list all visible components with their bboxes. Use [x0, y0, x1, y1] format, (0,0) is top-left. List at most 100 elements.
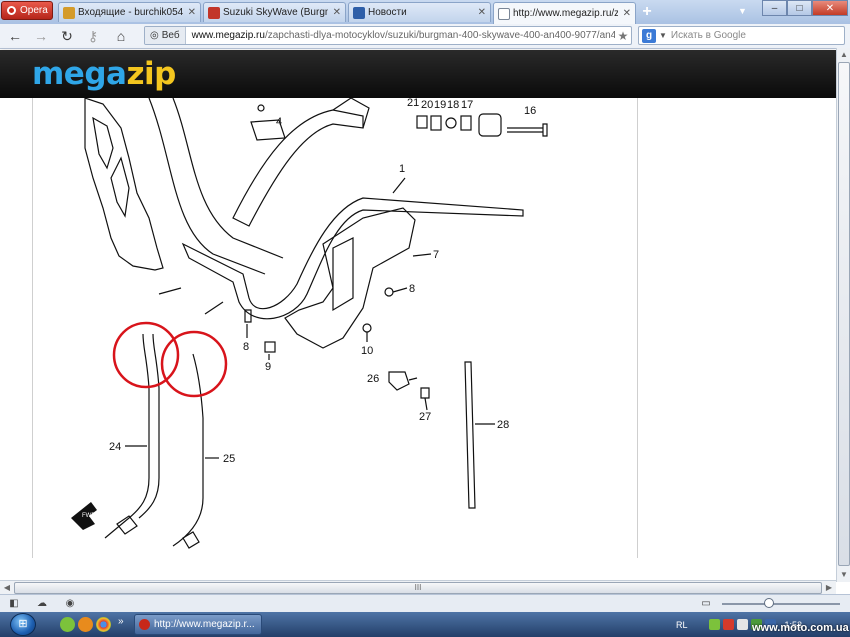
cable-part-25: [172, 301, 224, 547]
tab-label: Новости: [368, 7, 407, 18]
bolt-part-10: [362, 323, 372, 333]
tab-inbox[interactable]: Входящие - burchik0548... ✕: [58, 2, 201, 22]
url-domain: www.megazip.ru: [191, 30, 265, 41]
tab-list-chevron-icon[interactable]: ▼: [738, 6, 747, 16]
tab-label: http://www.megazip.ru/z...: [513, 8, 618, 19]
part-label-1: 1: [399, 163, 405, 175]
left-panel-detail: [92, 116, 114, 170]
close-tab-icon[interactable]: ✕: [331, 7, 341, 18]
part-16-bolt: [507, 123, 548, 137]
firefox-icon[interactable]: [78, 617, 93, 632]
cover-detail: [332, 237, 354, 312]
part-18-shape: [460, 115, 472, 131]
horizontal-scrollbar[interactable]: ◀ III ▶: [0, 580, 836, 595]
tab-label: Входящие - burchik0548...: [78, 7, 183, 18]
tab-suzuki[interactable]: Suzuki SkyWave (Burgm... ✕: [203, 2, 346, 22]
url-text[interactable]: www.megazip.ru/zapchasti-dlya-motocyklov…: [186, 30, 615, 41]
opera-menu-button[interactable]: Opera: [1, 1, 53, 20]
taskbar-item-opera[interactable]: http://www.megazip.r...: [134, 614, 262, 635]
cable-part-24: [104, 287, 182, 539]
leader-line: [408, 377, 418, 381]
reload-icon[interactable]: ↻: [58, 27, 76, 45]
url-path: /zapchasti-dlya-motocyklov/suzuki/burgma…: [264, 30, 615, 41]
search-input[interactable]: Искать в Google: [671, 30, 746, 41]
part-label-8: 8: [409, 283, 415, 295]
scroll-left-arrow-icon[interactable]: ◀: [0, 581, 14, 595]
search-box[interactable]: g ▼ Искать в Google: [638, 26, 845, 45]
tray-app-icon[interactable]: [708, 619, 720, 630]
scroll-right-arrow-icon[interactable]: ▶: [822, 581, 836, 595]
chrome-icon[interactable]: [96, 617, 111, 632]
address-bar[interactable]: ◎ Веб www.megazip.ru/zapchasti-dlya-moto…: [144, 26, 632, 45]
leader-line: [392, 287, 408, 293]
close-window-button[interactable]: ✕: [812, 0, 848, 16]
new-tab-button[interactable]: +: [638, 3, 656, 21]
content-border-right: [637, 98, 638, 558]
close-tab-icon[interactable]: ✕: [186, 7, 196, 18]
start-button[interactable]: ⊞: [10, 613, 36, 636]
cloud-icon[interactable]: ☁: [36, 598, 48, 610]
view-icon[interactable]: ▭: [700, 598, 712, 610]
bookmark-star-icon[interactable]: ★: [615, 29, 631, 43]
cover-part-7: [284, 207, 416, 349]
volume-icon[interactable]: [736, 619, 748, 630]
part-26-shape: [388, 371, 410, 391]
part-label-4: 4: [276, 116, 282, 128]
tab-bar: Opera Входящие - burchik0548... ✕ Suzuki…: [0, 0, 850, 25]
leader-line: [424, 397, 428, 411]
zoom-slider-knob[interactable]: [764, 598, 774, 608]
part-20-shape: [430, 115, 442, 131]
maximize-button[interactable]: □: [787, 0, 812, 16]
web-badge-label: Веб: [161, 30, 180, 41]
left-panel-shape: [84, 98, 164, 271]
tray-app-icon[interactable]: [722, 619, 734, 630]
part-label-19: 19: [434, 99, 446, 111]
utorrent-icon[interactable]: [60, 617, 75, 632]
google-icon[interactable]: g: [642, 28, 656, 43]
windows-taskbar: ⊞ » http://www.megazip.r... RL 1:53: [0, 612, 850, 637]
scroll-up-arrow-icon[interactable]: ▲: [837, 48, 850, 62]
zoom-slider-track[interactable]: [722, 603, 840, 605]
panel-toggle-icon[interactable]: ◧: [8, 598, 20, 610]
page-content: FWD 4 1 21 20 19 18 17 16 7 8 8 9 10 26 …: [0, 98, 836, 580]
vertical-scrollbar[interactable]: ▲ ▼: [836, 48, 850, 582]
part-label-28: 28: [497, 419, 509, 431]
language-indicator[interactable]: RL: [676, 620, 688, 630]
minimize-button[interactable]: –: [762, 0, 787, 16]
megazip-logo[interactable]: megazip: [32, 56, 176, 92]
tab-megazip[interactable]: http://www.megazip.ru/z... ✕: [493, 2, 636, 24]
close-tab-icon[interactable]: ✕: [476, 7, 486, 18]
opera-logo-icon: [139, 619, 150, 630]
vertical-scroll-thumb[interactable]: [838, 62, 850, 566]
watermark-text: www.moto.com.ua: [752, 622, 849, 634]
logo-zip: zip: [126, 56, 176, 92]
close-tab-icon[interactable]: ✕: [621, 8, 631, 19]
key-icon[interactable]: ⚷: [84, 27, 102, 45]
part-label-16: 16: [524, 105, 536, 117]
search-engine-chevron-icon[interactable]: ▼: [659, 31, 667, 40]
frame-curve: [172, 98, 284, 259]
opera-logo-icon: [7, 6, 16, 15]
part-label-25: 25: [223, 453, 235, 465]
scroll-down-arrow-icon[interactable]: ▼: [837, 568, 850, 582]
quicklaunch-expand-icon[interactable]: »: [118, 616, 124, 627]
part-19-shape: [445, 117, 457, 129]
part-label-10: 10: [361, 345, 373, 357]
navigation-bar: ← → ↻ ⚷ ⌂ ◎ Веб www.megazip.ru/zapchasti…: [0, 24, 850, 49]
back-arrow-icon[interactable]: ←: [6, 27, 24, 45]
home-icon[interactable]: ⌂: [112, 27, 130, 45]
cable-25-end: [182, 531, 200, 549]
part-label-9: 9: [265, 361, 271, 373]
left-panel-detail: [110, 156, 130, 218]
motorcycle-icon: [208, 6, 220, 19]
part-label-27: 27: [419, 411, 431, 423]
horizontal-scroll-thumb[interactable]: III: [14, 582, 822, 594]
part-label-7: 7: [433, 249, 439, 261]
speed-dial-icon[interactable]: ◉: [64, 598, 76, 610]
tab-news[interactable]: Новости ✕: [348, 2, 491, 22]
forward-arrow-icon[interactable]: →: [32, 27, 50, 45]
part-9-shape: [264, 341, 276, 353]
parts-diagram: FWD 4 1 21 20 19 18 17 16 7 8 8 9 10 26 …: [71, 98, 548, 549]
site-header: megazip: [0, 50, 836, 98]
part-label-26: 26: [367, 373, 379, 385]
